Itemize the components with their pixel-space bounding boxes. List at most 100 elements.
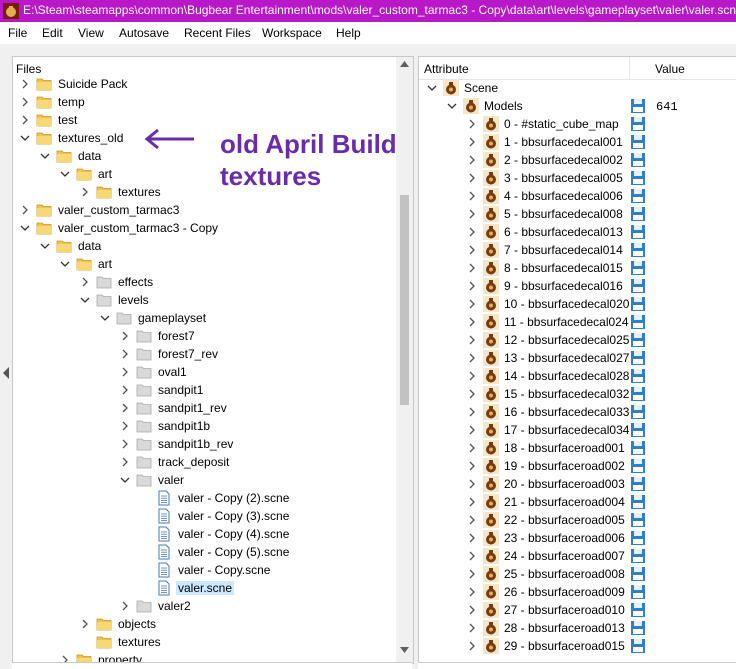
chevron-down-icon[interactable] bbox=[19, 221, 31, 235]
menu-recent-files[interactable]: Recent Files bbox=[184, 26, 251, 40]
folder-row[interactable]: temp bbox=[13, 93, 396, 111]
chevron-right-icon[interactable] bbox=[466, 189, 478, 203]
column-header-value[interactable]: Value bbox=[655, 62, 685, 76]
save-icon[interactable] bbox=[630, 350, 646, 366]
model-row[interactable]: 8 - bbsurfacedecal015 bbox=[419, 259, 736, 277]
folder-row[interactable]: oval1 bbox=[13, 363, 396, 381]
chevron-right-icon[interactable] bbox=[466, 495, 478, 509]
chevron-right-icon[interactable] bbox=[466, 315, 478, 329]
chevron-right-icon[interactable] bbox=[79, 275, 91, 289]
model-row[interactable]: 29 - bbsurfaceroad015 bbox=[419, 637, 736, 655]
folder-row[interactable]: valer_custom_tarmac3 - Copy bbox=[13, 219, 396, 237]
save-icon[interactable] bbox=[630, 188, 646, 204]
file-row[interactable]: valer - Copy (4).scne bbox=[13, 525, 396, 543]
save-icon[interactable] bbox=[630, 98, 646, 114]
chevron-right-icon[interactable] bbox=[466, 369, 478, 383]
file-row[interactable]: valer - Copy.scne bbox=[13, 561, 396, 579]
files-scrollbar[interactable] bbox=[396, 57, 413, 663]
chevron-right-icon[interactable] bbox=[466, 225, 478, 239]
chevron-down-icon[interactable] bbox=[446, 99, 458, 113]
save-icon[interactable] bbox=[630, 386, 646, 402]
chevron-right-icon[interactable] bbox=[119, 401, 131, 415]
chevron-right-icon[interactable] bbox=[466, 603, 478, 617]
model-row[interactable]: 27 - bbsurfaceroad010 bbox=[419, 601, 736, 619]
model-row[interactable]: 11 - bbsurfacedecal024 bbox=[419, 313, 736, 331]
model-row[interactable]: 3 - bbsurfacedecal005 bbox=[419, 169, 736, 187]
menu-edit[interactable]: Edit bbox=[42, 26, 63, 40]
save-icon[interactable] bbox=[630, 620, 646, 636]
chevron-down-icon[interactable] bbox=[119, 473, 131, 487]
folder-row[interactable]: valer2 bbox=[13, 597, 396, 615]
folder-row[interactable]: forest7 bbox=[13, 327, 396, 345]
model-row[interactable]: 14 - bbsurfacedecal028 bbox=[419, 367, 736, 385]
chevron-right-icon[interactable] bbox=[466, 423, 478, 437]
menu-workspace[interactable]: Workspace bbox=[262, 26, 322, 40]
chevron-right-icon[interactable] bbox=[466, 351, 478, 365]
chevron-right-icon[interactable] bbox=[19, 95, 31, 109]
collapse-panel-arrow-icon[interactable] bbox=[2, 366, 10, 380]
model-row[interactable]: 26 - bbsurfaceroad009 bbox=[419, 583, 736, 601]
model-row[interactable]: 17 - bbsurfacedecal034 bbox=[419, 421, 736, 439]
model-row[interactable]: 5 - bbsurfacedecal008 bbox=[419, 205, 736, 223]
folder-row[interactable]: sandpit1b_rev bbox=[13, 435, 396, 453]
save-icon[interactable] bbox=[630, 440, 646, 456]
scroll-down-icon[interactable] bbox=[400, 647, 409, 653]
chevron-right-icon[interactable] bbox=[19, 77, 31, 91]
save-icon[interactable] bbox=[630, 512, 646, 528]
model-row[interactable]: 1 - bbsurfacedecal001 bbox=[419, 133, 736, 151]
save-icon[interactable] bbox=[630, 494, 646, 510]
save-icon[interactable] bbox=[630, 602, 646, 618]
chevron-right-icon[interactable] bbox=[119, 599, 131, 613]
chevron-right-icon[interactable] bbox=[19, 203, 31, 217]
chevron-right-icon[interactable] bbox=[466, 261, 478, 275]
chevron-down-icon[interactable] bbox=[19, 131, 31, 145]
save-icon[interactable] bbox=[630, 296, 646, 312]
model-row[interactable]: 10 - bbsurfacedecal020 bbox=[419, 295, 736, 313]
folder-row[interactable]: effects bbox=[13, 273, 396, 291]
save-icon[interactable] bbox=[630, 206, 646, 222]
save-icon[interactable] bbox=[630, 224, 646, 240]
chevron-down-icon[interactable] bbox=[59, 167, 71, 181]
folder-row[interactable]: track_deposit bbox=[13, 453, 396, 471]
chevron-right-icon[interactable] bbox=[466, 207, 478, 221]
folder-row[interactable]: art bbox=[13, 255, 396, 273]
model-row[interactable]: 15 - bbsurfacedecal032 bbox=[419, 385, 736, 403]
folder-row[interactable]: sandpit1_rev bbox=[13, 399, 396, 417]
save-icon[interactable] bbox=[630, 638, 646, 654]
save-icon[interactable] bbox=[630, 584, 646, 600]
model-row[interactable]: 13 - bbsurfacedecal027 bbox=[419, 349, 736, 367]
column-divider[interactable] bbox=[629, 57, 630, 79]
column-header-attribute[interactable]: Attribute bbox=[424, 62, 469, 76]
model-row[interactable]: 22 - bbsurfaceroad005 bbox=[419, 511, 736, 529]
save-icon[interactable] bbox=[630, 332, 646, 348]
model-row[interactable]: 19 - bbsurfaceroad002 bbox=[419, 457, 736, 475]
folder-row[interactable]: test bbox=[13, 111, 396, 129]
folder-row[interactable]: gameplayset bbox=[13, 309, 396, 327]
file-row[interactable]: valer.scne bbox=[13, 579, 396, 597]
model-row[interactable]: 2 - bbsurfacedecal002 bbox=[419, 151, 736, 169]
folder-row[interactable]: data bbox=[13, 237, 396, 255]
save-icon[interactable] bbox=[630, 170, 646, 186]
folder-row[interactable]: objects bbox=[13, 615, 396, 633]
chevron-right-icon[interactable] bbox=[466, 153, 478, 167]
scene-row[interactable]: Scene bbox=[419, 79, 736, 97]
chevron-right-icon[interactable] bbox=[79, 185, 91, 199]
chevron-right-icon[interactable] bbox=[466, 405, 478, 419]
folder-row[interactable]: valer bbox=[13, 471, 396, 489]
folder-row[interactable]: Suicide Pack bbox=[13, 75, 396, 93]
chevron-right-icon[interactable] bbox=[466, 567, 478, 581]
chevron-right-icon[interactable] bbox=[119, 437, 131, 451]
model-row[interactable]: 9 - bbsurfacedecal016 bbox=[419, 277, 736, 295]
model-row[interactable]: 0 - #static_cube_map bbox=[419, 115, 736, 133]
save-icon[interactable] bbox=[630, 368, 646, 384]
chevron-down-icon[interactable] bbox=[39, 239, 51, 253]
model-row[interactable]: 16 - bbsurfacedecal033 bbox=[419, 403, 736, 421]
folder-row[interactable]: valer_custom_tarmac3 bbox=[13, 201, 396, 219]
chevron-right-icon[interactable] bbox=[466, 477, 478, 491]
chevron-right-icon[interactable] bbox=[466, 549, 478, 563]
chevron-down-icon[interactable] bbox=[426, 81, 438, 95]
save-icon[interactable] bbox=[630, 404, 646, 420]
chevron-down-icon[interactable] bbox=[59, 257, 71, 271]
model-row[interactable]: 25 - bbsurfaceroad008 bbox=[419, 565, 736, 583]
chevron-down-icon[interactable] bbox=[99, 311, 111, 325]
